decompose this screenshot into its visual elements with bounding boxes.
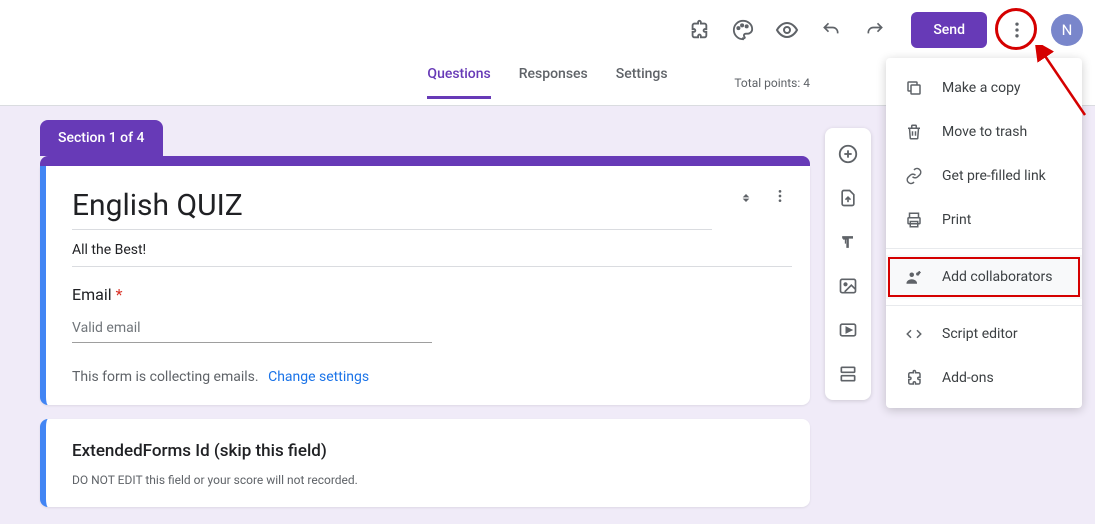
menu-separator: [886, 248, 1082, 249]
menu-addons-label: Add-ons: [942, 370, 994, 386]
tab-settings[interactable]: Settings: [616, 66, 668, 99]
form-description-input[interactable]: All the Best!: [72, 242, 792, 267]
menu-script-editor[interactable]: Script editor: [886, 312, 1082, 356]
menu-make-copy-label: Make a copy: [942, 80, 1021, 96]
preview-icon[interactable]: [767, 10, 807, 50]
topbar: Send N: [0, 0, 1095, 60]
menu-separator-2: [886, 305, 1082, 306]
menu-move-trash-label: Move to trash: [942, 124, 1027, 140]
code-icon: [904, 324, 924, 344]
tabs: Questions Responses Settings: [427, 66, 667, 99]
more-dropdown-menu: Make a copy Move to trash Get pre-filled…: [886, 58, 1082, 408]
email-input[interactable]: Valid email: [72, 320, 432, 343]
card-more-icon[interactable]: [772, 188, 788, 204]
tab-questions[interactable]: Questions: [427, 66, 490, 99]
email-label: Email *: [72, 285, 784, 304]
avatar[interactable]: N: [1051, 14, 1083, 46]
menu-prefilled-label: Get pre-filled link: [942, 168, 1046, 184]
add-title-icon[interactable]: [830, 224, 866, 260]
menu-move-trash[interactable]: Move to trash: [886, 110, 1082, 154]
add-section-icon[interactable]: [830, 356, 866, 392]
collapse-icon[interactable]: [738, 188, 754, 204]
menu-add-collaborators[interactable]: Add collaborators: [886, 255, 1082, 299]
copy-icon: [904, 78, 924, 98]
menu-print-label: Print: [942, 212, 971, 228]
avatar-initial: N: [1062, 21, 1073, 39]
add-video-icon[interactable]: [830, 312, 866, 348]
menu-add-collaborators-label: Add collaborators: [942, 269, 1052, 285]
question-card-extendedforms[interactable]: ExtendedForms Id (skip this field) DO NO…: [40, 419, 810, 507]
theme-icon[interactable]: [723, 10, 763, 50]
section-header-bar: [40, 156, 810, 166]
print-icon: [904, 210, 924, 230]
menu-print[interactable]: Print: [886, 198, 1082, 242]
collecting-emails-note: This form is collecting emails. Change s…: [72, 369, 784, 385]
title-card-actions: [738, 188, 788, 204]
addons-icon[interactable]: [679, 10, 719, 50]
required-mark: *: [116, 285, 123, 304]
send-button[interactable]: Send: [911, 12, 987, 48]
section-indicator: Section 1 of 4: [40, 120, 163, 156]
send-label: Send: [933, 22, 965, 38]
question-title: ExtendedForms Id (skip this field): [72, 441, 784, 461]
menu-make-copy[interactable]: Make a copy: [886, 66, 1082, 110]
tab-responses[interactable]: Responses: [519, 66, 588, 99]
import-questions-icon[interactable]: [830, 180, 866, 216]
side-toolbar: [825, 128, 871, 400]
question-description: DO NOT EDIT this field or your score wil…: [72, 473, 784, 487]
redo-icon[interactable]: [855, 10, 895, 50]
form-title-input[interactable]: English QUIZ: [72, 188, 712, 230]
menu-script-editor-label: Script editor: [942, 326, 1018, 342]
undo-icon[interactable]: [811, 10, 851, 50]
form-column: Section 1 of 4 English QUIZ All the Best…: [40, 120, 810, 507]
change-settings-link[interactable]: Change settings: [268, 369, 369, 385]
total-points: Total points: 4: [734, 76, 810, 90]
email-label-text: Email: [72, 285, 112, 304]
title-card[interactable]: English QUIZ All the Best! Email * Valid…: [40, 166, 810, 405]
menu-addons[interactable]: Add-ons: [886, 356, 1082, 400]
trash-icon: [904, 122, 924, 142]
addons-menu-icon: [904, 368, 924, 388]
link-icon: [904, 166, 924, 186]
add-image-icon[interactable]: [830, 268, 866, 304]
collaborators-icon: [904, 267, 924, 287]
collecting-text: This form is collecting emails.: [72, 369, 259, 385]
more-menu-button[interactable]: [997, 10, 1037, 50]
add-question-icon[interactable]: [830, 136, 866, 172]
menu-prefilled-link[interactable]: Get pre-filled link: [886, 154, 1082, 198]
